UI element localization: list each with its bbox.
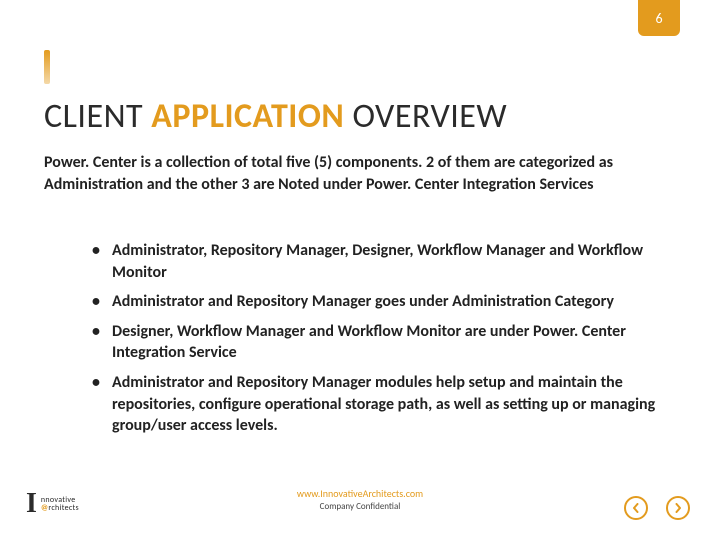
title-part1: CLIENT [44,96,151,137]
list-item-text: Administrator and Repository Manager mod… [112,373,655,435]
bullet-list: Administrator, Repository Manager, Desig… [86,240,666,445]
list-item-text: Administrator, Repository Manager, Desig… [112,241,643,282]
footer-confidential: Company Confidential [0,501,720,512]
logo-text: nnovative @rchitects [41,496,79,513]
accent-bar [44,50,50,84]
slide: 6 CLIENT APPLICATION OVERVIEW Power. Cen… [0,0,720,540]
chevron-left-icon [631,503,641,513]
list-item-text: Administrator and Repository Manager goe… [112,292,614,311]
title-accent: APPLICATION [151,96,344,137]
list-item: Administrator and Repository Manager mod… [86,372,666,437]
next-button[interactable] [666,496,690,520]
logo: I nnovative @rchitects [26,490,79,518]
title-part3: OVERVIEW [344,96,507,137]
nav-controls [624,496,690,520]
list-item: Administrator, Repository Manager, Desig… [86,240,666,283]
list-item: Designer, Workflow Manager and Workflow … [86,321,666,364]
chevron-right-icon [673,503,683,513]
intro-paragraph: Power. Center is a collection of total f… [44,152,664,195]
footer-link: www.InnovativeArchitects.com [0,487,720,500]
page-number: 6 [655,10,662,27]
page-title: CLIENT APPLICATION OVERVIEW [44,96,507,137]
list-item-text: Designer, Workflow Manager and Workflow … [112,322,626,363]
prev-button[interactable] [624,496,648,520]
logo-mark: I [26,490,37,518]
logo-line2: @rchitects [41,504,79,512]
page-number-badge: 6 [638,0,680,36]
list-item: Administrator and Repository Manager goe… [86,291,666,313]
logo-line2b: rchitects [48,503,79,513]
